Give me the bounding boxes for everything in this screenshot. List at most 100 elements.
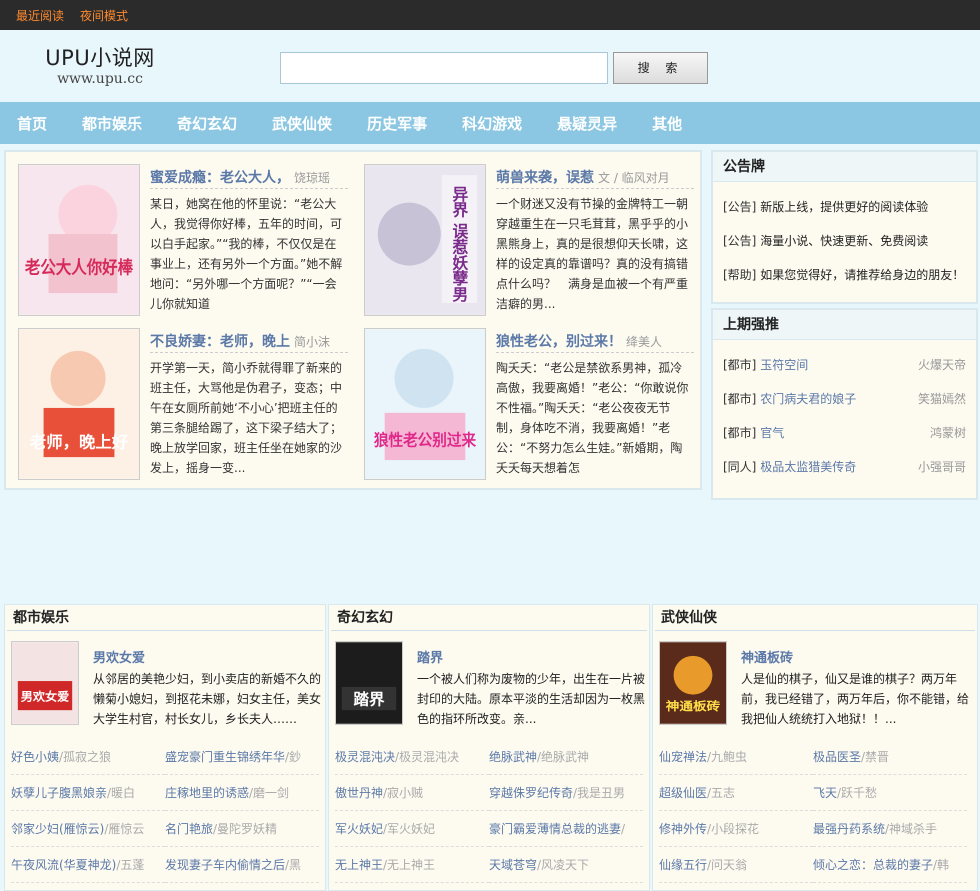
book-link[interactable]: 豪门霸爱薄情总裁的逃妻	[489, 822, 621, 836]
book-link[interactable]: 妖孽儿子腹黑娘亲	[11, 786, 107, 800]
book-author: 鸿蒙树	[929, 426, 966, 440]
list-item: 超级仙医/五志	[659, 775, 813, 811]
list-item: 庄稼地里的诱惑/磨一剑	[165, 775, 319, 811]
notice-tag: [帮助]	[723, 268, 757, 282]
book-author: /韩	[933, 858, 950, 872]
book-link[interactable]: 名门艳旅	[165, 822, 213, 836]
night-mode-link[interactable]: 夜间模式	[80, 7, 128, 24]
featured-title[interactable]: 神通板砖	[741, 647, 793, 666]
book-link[interactable]: 仙缘五行	[659, 858, 707, 872]
book-link[interactable]: 发现妻子车内偷情之后	[165, 858, 285, 872]
book-link[interactable]: 极品太监猎美传奇	[760, 460, 856, 474]
book-author: /黑	[285, 858, 302, 872]
book-author: /禁晋	[861, 750, 890, 764]
book-link[interactable]: 最强丹药系统	[813, 822, 885, 836]
book-link[interactable]: 官气	[760, 426, 784, 440]
notice-item[interactable]: [公告] 新版上线，提供更好的阅读体验	[713, 190, 976, 224]
nav-item-scifi[interactable]: 科幻游戏	[462, 113, 522, 134]
list-item: 最强丹药系统/神域杀手	[813, 811, 967, 847]
book-link[interactable]: 军火妖妃	[335, 822, 383, 836]
book-link[interactable]: 农门病夫君的娘子	[760, 392, 856, 406]
search-button[interactable]: 搜 索	[613, 52, 708, 84]
book-title[interactable]: 蜜爱成瘾：老公大人，	[150, 170, 290, 186]
cover-text: 神通板砖	[666, 699, 721, 713]
list-item: 极灵混沌决/极灵混沌决	[335, 739, 489, 775]
nav-item-home[interactable]: 首页	[17, 113, 47, 134]
book-link[interactable]: 修神外传	[659, 822, 707, 836]
book-link[interactable]: 超级仙医	[659, 786, 707, 800]
cover-text: 老师，晚上好	[29, 432, 129, 451]
book-title[interactable]: 狼性老公，别过来！	[496, 334, 622, 350]
featured-description: 一个被人们称为废物的少年，出生在一片被封印的大陆。原本平淡的生活却因为一枚黑色的…	[417, 672, 645, 726]
recommend-panel: 老公大人你好棒 蜜爱成瘾：老公大人， 饶琼瑶 某日，她窝在他的怀里说：“老公大人，…	[4, 150, 702, 490]
notice-item[interactable]: [帮助] 如果您觉得好，请推荐给身边的朋友！	[713, 258, 976, 292]
featured-cover[interactable]: 神通板砖	[659, 641, 727, 725]
book-link[interactable]: 极灵混沌决	[335, 750, 395, 764]
featured-book: 男欢女爱 男欢女爱 从邻居的美艳少妇，到小卖店的新婚不久的懒菊小媳妇，到抠花未娜…	[5, 631, 325, 735]
nav-item-fantasy[interactable]: 奇幻玄幻	[177, 113, 237, 134]
featured-title[interactable]: 男欢女爱	[93, 647, 145, 666]
book-link[interactable]: 午夜风流(华夏神龙)	[11, 858, 116, 872]
book-cover-image: 老师，晚上好	[19, 329, 139, 479]
book-author: 简小沫	[294, 335, 331, 349]
book-cover[interactable]: 老公大人你好棒	[18, 164, 140, 316]
recent-reading-link[interactable]: 最近阅读	[16, 7, 64, 24]
book-author: /跃千愁	[837, 786, 878, 800]
featured-title[interactable]: 踏界	[417, 647, 443, 666]
featured-description: 人是仙的棋子，仙又是谁的棋子？两万年前，我已经错了，两万年后，你不能错，给我把仙…	[741, 672, 969, 726]
book-link[interactable]: 庄稼地里的诱惑	[165, 786, 249, 800]
book-link[interactable]: 盛宠豪门重生锦绣年华	[165, 750, 285, 764]
book-cover[interactable]: 老师，晚上好	[18, 328, 140, 480]
notice-board-title: 公告牌	[713, 152, 976, 182]
book-author: /无上神王	[383, 858, 436, 872]
book-link[interactable]: 绝脉武神	[489, 750, 537, 764]
search-input[interactable]	[280, 52, 608, 84]
book-link[interactable]: 玉符空间	[760, 358, 808, 372]
column-title: 武侠仙侠	[655, 605, 975, 631]
site-logo[interactable]: UPU小说网 www.upu.cc	[40, 42, 160, 87]
category-tag: [都市]	[723, 358, 757, 372]
notice-item[interactable]: [公告] 海量小说、快速更新、免费阅读	[713, 224, 976, 258]
book-link[interactable]: 仙宠禅法	[659, 750, 707, 764]
book-link[interactable]: 好色小姨	[11, 750, 59, 764]
book-cover[interactable]: 异界 误惹妖孽男	[364, 164, 486, 316]
nav-item-urban[interactable]: 都市娱乐	[82, 113, 142, 134]
nav-item-mystery[interactable]: 悬疑灵异	[557, 113, 617, 134]
category-tag: [都市]	[723, 426, 757, 440]
book-link[interactable]: 无上神王	[335, 858, 383, 872]
book-link[interactable]: 傲世丹神	[335, 786, 383, 800]
list-item: 军火妖妃/军火妖妃	[335, 811, 489, 847]
book-author: /	[621, 822, 626, 836]
featured-cover-image: 踏界	[336, 642, 402, 724]
cover-text: 狼性老公别过来	[374, 430, 477, 449]
book-title[interactable]: 萌兽来袭，误惹	[496, 170, 594, 186]
cover-text: 男欢女爱	[21, 689, 70, 703]
cover-text: 老公大人你好棒	[24, 256, 133, 278]
nav-item-history[interactable]: 历史军事	[367, 113, 427, 134]
book-author: /九鲍虫	[707, 750, 748, 764]
recommend-book: 老师，晚上好 不良娇妻：老师，晚上 简小沫 开学第一天，简小乔就得罪了新来的班主任…	[12, 322, 352, 482]
notice-tag: [公告]	[723, 200, 757, 214]
last-week-item: [同人] 极品太监猎美传奇 小强哥哥	[713, 450, 976, 484]
notice-text: 海量小说、快速更新、免费阅读	[760, 234, 929, 248]
book-title[interactable]: 不良娇妻：老师，晚上	[150, 334, 290, 350]
book-link[interactable]: 飞天	[813, 786, 837, 800]
book-author: /我是丑男	[573, 786, 626, 800]
book-link[interactable]: 极品医圣	[813, 750, 861, 764]
book-cover-image: 狼性老公别过来	[365, 329, 485, 479]
nav-item-other[interactable]: 其他	[652, 113, 682, 134]
list-item: 邻家少妇(雁惊云)/雁惊云	[11, 811, 165, 847]
book-link[interactable]: 倾心之恋：总裁的妻子	[813, 858, 933, 872]
book-link[interactable]: 邻家少妇(雁惊云)	[11, 822, 104, 836]
list-item: 极品医圣/禁晋	[813, 739, 967, 775]
featured-cover[interactable]: 男欢女爱	[11, 641, 79, 725]
last-week-item: [都市] 玉符空间 火爆天帝	[713, 348, 976, 382]
book-title-line: 狼性老公，别过来！ 绛美人	[496, 331, 694, 353]
nav-item-wuxia[interactable]: 武侠仙侠	[272, 113, 332, 134]
book-link[interactable]: 穿越侏罗纪传奇	[489, 786, 573, 800]
book-cover[interactable]: 狼性老公别过来	[364, 328, 486, 480]
last-week-panel: 上期强推 [都市] 玉符空间 火爆天帝 [都市] 农门病夫君的娘子 笑猫嫣然 […	[711, 308, 978, 500]
featured-cover[interactable]: 踏界	[335, 641, 403, 725]
book-link[interactable]: 天域苍穹	[489, 858, 537, 872]
list-item: 绝脉武神/绝脉武神	[489, 739, 643, 775]
